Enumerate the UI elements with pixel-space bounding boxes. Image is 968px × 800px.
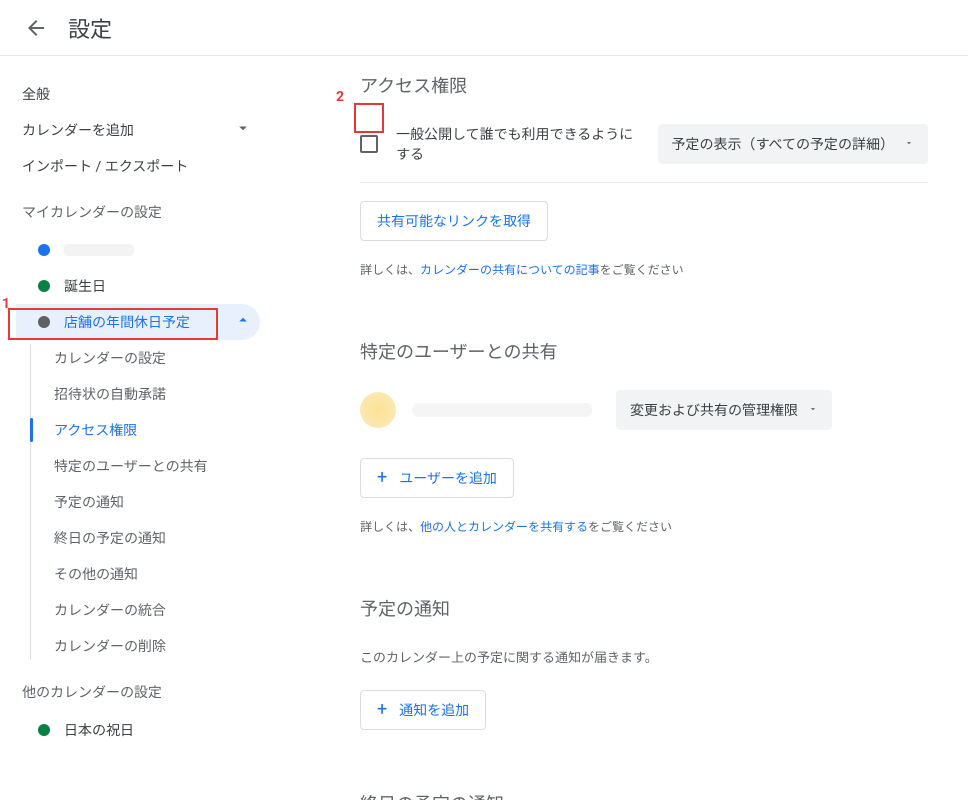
user-email-blurred xyxy=(412,403,592,417)
shared-user-row: 変更および共有の管理権限 xyxy=(360,390,928,430)
public-checkbox[interactable] xyxy=(360,135,378,153)
user-avatar xyxy=(360,392,396,428)
section-title-access: アクセス権限 xyxy=(360,72,928,98)
sidebar-calendar-label-blurred xyxy=(64,244,134,256)
sidebar-calendar-item-1[interactable]: 誕生日 xyxy=(16,268,260,304)
user-permission-dropdown[interactable]: 変更および共有の管理権限 xyxy=(616,390,832,430)
sidebar-label: カレンダーを追加 xyxy=(22,120,134,140)
sidebar-subitems: カレンダーの設定 招待状の自動承諾 アクセス権限 特定のユーザーとの共有 予定の… xyxy=(16,340,260,664)
back-button[interactable] xyxy=(16,8,56,48)
sidebar-sub-auto-accept[interactable]: 招待状の自動承諾 xyxy=(28,376,260,412)
calendar-color-dot xyxy=(38,280,50,292)
main-content: アクセス権限 一般公開して誰でも利用できるようにする 予定の表示（すべての予定の… xyxy=(260,56,968,800)
section-notifications: 予定の通知 このカレンダー上の予定に関する通知が届きます。 + 通知を追加 xyxy=(360,595,928,730)
sidebar-calendar-label: 誕生日 xyxy=(64,276,106,296)
calendar-color-dot xyxy=(38,316,50,328)
sidebar-label: 全般 xyxy=(22,84,50,104)
add-notification-button[interactable]: + 通知を追加 xyxy=(360,690,486,730)
sidebar-item-general[interactable]: 全般 xyxy=(16,76,260,112)
sidebar-other-calendar-0[interactable]: 日本の祝日 xyxy=(16,712,260,748)
sidebar-sub-event-notif[interactable]: 予定の通知 xyxy=(28,484,260,520)
sidebar-sub-allday-notif[interactable]: 終日の予定の通知 xyxy=(28,520,260,556)
section-title-allday: 終日の予定の通知 xyxy=(360,790,928,800)
sidebar-sub-calendar-settings[interactable]: カレンダーの設定 xyxy=(28,340,260,376)
section-sharing: 特定のユーザーとの共有 変更および共有の管理権限 + ユーザーを追加 詳しくは、… xyxy=(360,338,928,535)
notifications-desc: このカレンダー上の予定に関する通知が届きます。 xyxy=(360,647,928,666)
page-title: 設定 xyxy=(68,12,112,44)
section-access: アクセス権限 一般公開して誰でも利用できるようにする 予定の表示（すべての予定の… xyxy=(360,72,928,278)
calendar-color-dot xyxy=(38,724,50,736)
app-header: 設定 xyxy=(0,0,968,56)
arrow-left-icon xyxy=(24,16,48,40)
sidebar-calendar-item-2[interactable]: 店舗の年間休日予定 xyxy=(16,304,260,340)
button-label: 通知を追加 xyxy=(399,700,469,720)
divider xyxy=(360,182,928,183)
dropdown-arrow-icon xyxy=(904,136,914,152)
sidebar-sub-share-users[interactable]: 特定のユーザーとの共有 xyxy=(28,448,260,484)
dropdown-label: 変更および共有の管理権限 xyxy=(630,400,798,420)
public-checkbox-row: 一般公開して誰でも利用できるようにする 予定の表示（すべての予定の詳細） xyxy=(360,124,928,164)
section-title-sharing: 特定のユーザーとの共有 xyxy=(360,338,928,364)
chevron-down-icon xyxy=(234,119,252,141)
access-info-text: 詳しくは、カレンダーの共有についての記事をご覧ください xyxy=(360,261,928,278)
plus-icon: + xyxy=(377,471,387,485)
get-shareable-link-button[interactable]: 共有可能なリンクを取得 xyxy=(360,201,548,241)
sidebar: 全般 カレンダーを追加 インポート / エクスポート マイカレンダーの設定 誕生… xyxy=(0,56,260,800)
sidebar-calendar-label: 日本の祝日 xyxy=(64,720,134,740)
sharing-info-text: 詳しくは、他の人とカレンダーを共有するをご覧ください xyxy=(360,518,928,535)
add-user-button[interactable]: + ユーザーを追加 xyxy=(360,458,514,498)
button-label: 共有可能なリンクを取得 xyxy=(377,211,531,231)
sidebar-sub-delete[interactable]: カレンダーの削除 xyxy=(28,628,260,664)
section-title-notifications: 予定の通知 xyxy=(360,595,928,621)
visibility-dropdown[interactable]: 予定の表示（すべての予定の詳細） xyxy=(658,124,928,164)
button-label: ユーザーを追加 xyxy=(399,468,497,488)
dropdown-arrow-icon xyxy=(808,402,818,418)
get-link-row: 共有可能なリンクを取得 xyxy=(360,201,928,241)
plus-icon: + xyxy=(377,703,387,717)
sidebar-sub-other-notif[interactable]: その他の通知 xyxy=(28,556,260,592)
sharing-info-link[interactable]: 他の人とカレンダーを共有する xyxy=(420,520,588,534)
public-checkbox-label: 一般公開して誰でも利用できるようにする xyxy=(396,124,634,164)
sidebar-item-add-calendar[interactable]: カレンダーを追加 xyxy=(16,112,260,148)
chevron-up-icon xyxy=(234,311,252,333)
sidebar-section-other-calendars: 他のカレンダーの設定 xyxy=(16,664,260,712)
dropdown-label: 予定の表示（すべての予定の詳細） xyxy=(672,134,894,154)
access-info-link[interactable]: カレンダーの共有についての記事 xyxy=(420,263,600,277)
sidebar-calendar-label: 店舗の年間休日予定 xyxy=(64,312,190,332)
section-allday-notifications: 終日の予定の通知 このカレンダー上の終日の予定に関する通知が届きます。 + 通知… xyxy=(360,790,928,800)
calendar-color-dot xyxy=(38,244,50,256)
sidebar-section-my-calendars: マイカレンダーの設定 xyxy=(16,184,260,232)
sidebar-calendar-item-0[interactable] xyxy=(16,232,260,268)
sidebar-sub-access[interactable]: アクセス権限 xyxy=(28,412,260,448)
sidebar-item-import-export[interactable]: インポート / エクスポート xyxy=(16,148,260,184)
sidebar-sub-integrate[interactable]: カレンダーの統合 xyxy=(28,592,260,628)
sidebar-label: インポート / エクスポート xyxy=(22,156,188,176)
